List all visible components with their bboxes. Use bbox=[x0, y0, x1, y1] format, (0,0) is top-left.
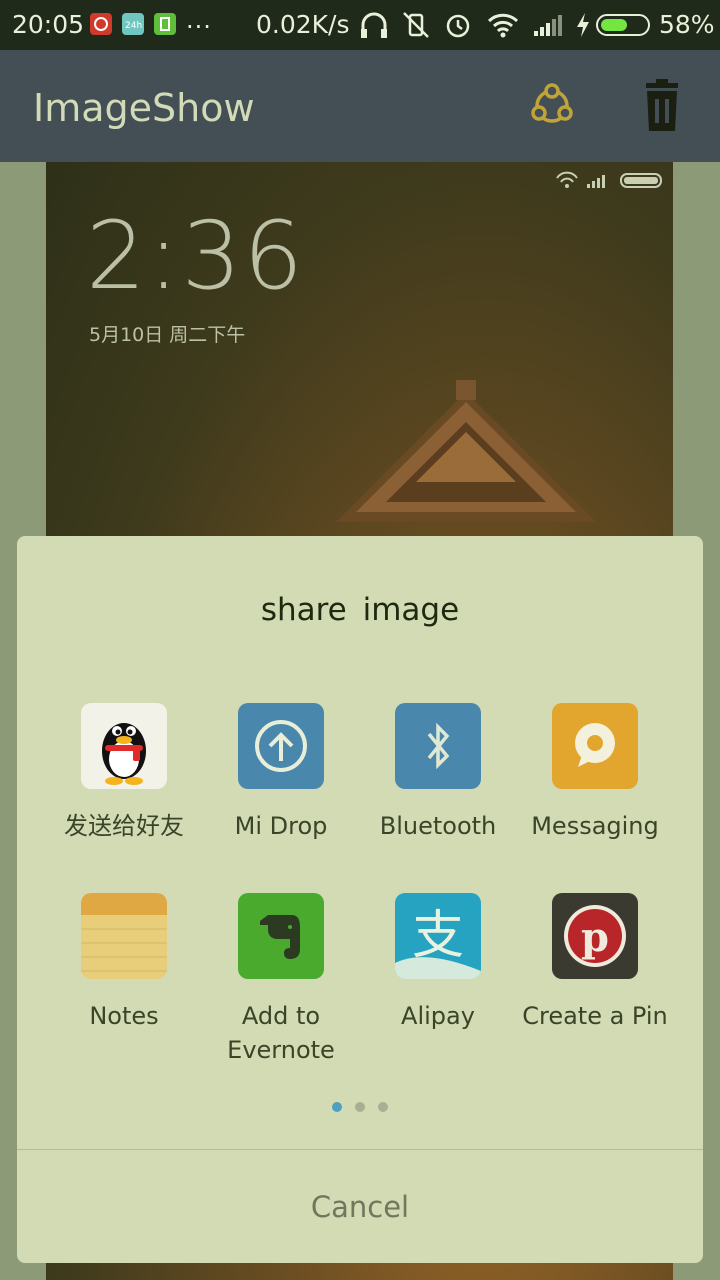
temple-roof-image bbox=[336, 380, 596, 522]
app-title: ImageShow bbox=[33, 86, 255, 130]
share-item-bluetooth[interactable]: Bluetooth bbox=[353, 703, 523, 843]
battery-saver-icon bbox=[154, 13, 176, 35]
mi-drop-icon bbox=[238, 703, 324, 789]
signal-icon bbox=[532, 9, 564, 41]
image-status-icons bbox=[555, 170, 665, 194]
overflow-dots: ... bbox=[186, 6, 212, 34]
share-icon bbox=[531, 83, 573, 123]
share-item-pinterest[interactable]: p Create a Pin bbox=[510, 893, 680, 1033]
page-indicator bbox=[17, 1102, 703, 1112]
dialog-title: share image bbox=[260, 592, 460, 628]
battery-icon bbox=[596, 14, 650, 36]
share-item-messaging[interactable]: Messaging bbox=[510, 703, 680, 843]
lock-screen-date: 5月10日 周二下午 bbox=[89, 324, 246, 346]
share-dialog: share image 发送给好友 Mi Drop Bluetooth Mess… bbox=[17, 536, 703, 1263]
wifi-icon bbox=[486, 9, 519, 41]
bluetooth-icon bbox=[395, 703, 481, 789]
share-item-label: Bluetooth bbox=[379, 812, 497, 840]
trash-icon bbox=[646, 79, 678, 131]
vibrate-off-icon bbox=[400, 9, 432, 41]
status-time: 20:05 bbox=[12, 10, 85, 39]
status-bar: 20:05 24h ... 0.02K/s 58% bbox=[0, 0, 720, 50]
page-dot-active[interactable] bbox=[332, 1102, 342, 1112]
svg-text:24h: 24h bbox=[125, 21, 142, 31]
notes-icon bbox=[81, 893, 167, 979]
app-bar: ImageShow bbox=[0, 50, 720, 162]
share-item-label: Add to Evernote bbox=[227, 1002, 335, 1064]
svg-text:p: p bbox=[581, 914, 609, 961]
battery-level-fill bbox=[601, 19, 627, 31]
page-dot[interactable] bbox=[355, 1102, 365, 1112]
share-item-evernote[interactable]: Add to Evernote bbox=[196, 893, 366, 1067]
headphones-icon bbox=[358, 9, 390, 41]
share-item-label: Create a Pin bbox=[522, 1002, 668, 1030]
pinterest-icon: p bbox=[552, 893, 638, 979]
share-item-label: Notes bbox=[89, 1002, 159, 1030]
share-item-notes[interactable]: Notes bbox=[39, 893, 209, 1033]
network-speed: 0.02K/s bbox=[256, 10, 350, 39]
share-item-qq[interactable]: 发送给好友 bbox=[39, 703, 209, 843]
share-item-label: Messaging bbox=[531, 812, 659, 840]
lock-screen-time: 2:36 bbox=[86, 202, 306, 311]
messaging-icon bbox=[552, 703, 638, 789]
share-item-label: Mi Drop bbox=[234, 812, 328, 840]
delete-button[interactable] bbox=[634, 78, 690, 134]
svg-text:支: 支 bbox=[412, 906, 464, 966]
charging-icon bbox=[572, 9, 594, 41]
share-item-alipay[interactable]: 支 Alipay bbox=[353, 893, 523, 1033]
alipay-icon: 支 bbox=[395, 893, 481, 979]
qq-icon bbox=[81, 703, 167, 789]
share-item-label: Alipay bbox=[401, 1002, 475, 1030]
page-dot[interactable] bbox=[378, 1102, 388, 1112]
alarm-icon bbox=[442, 9, 474, 41]
24h-icon: 24h bbox=[122, 13, 144, 35]
share-item-mi-drop[interactable]: Mi Drop bbox=[196, 703, 366, 843]
share-item-label: 发送给好友 bbox=[64, 812, 184, 840]
cancel-button[interactable]: Cancel bbox=[17, 1150, 703, 1263]
battery-percent: 58% bbox=[659, 10, 715, 39]
netease-music-icon bbox=[90, 13, 112, 35]
share-button[interactable] bbox=[524, 78, 580, 134]
evernote-icon bbox=[238, 893, 324, 979]
